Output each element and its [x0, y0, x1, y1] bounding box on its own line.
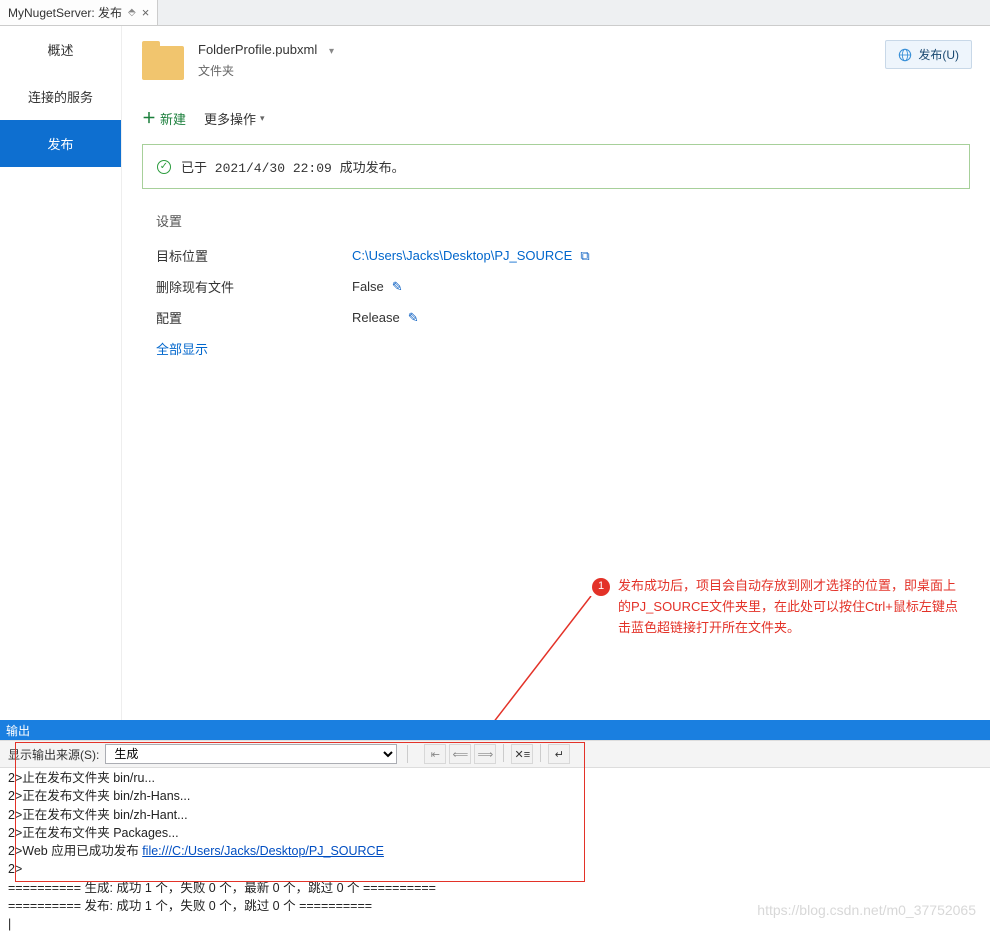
copy-icon[interactable]: ⧉ — [580, 248, 589, 264]
setting-label: 删除现有文件 — [156, 277, 352, 296]
output-text-post: 2> ========== 生成: 成功 1 个，失败 0 个，最新 0 个，跳… — [8, 862, 436, 931]
setting-value: C:\Users\Jacks\Desktop\PJ_SOURCE ⧉ — [352, 246, 590, 265]
setting-target-location: 目标位置 C:\Users\Jacks\Desktop\PJ_SOURCE ⧉ — [156, 246, 970, 265]
more-actions-button[interactable]: 更多操作 ▾ — [204, 109, 265, 128]
profile-header: FolderProfile.pubxml ▾ 文件夹 — [142, 42, 970, 80]
setting-delete-existing: 删除现有文件 False ✎ — [156, 277, 970, 296]
profile-toolbar: ＋ 新建 更多操作 ▾ — [142, 108, 970, 128]
setting-value: Release ✎ — [352, 308, 419, 327]
annotation-text: 发布成功后，项目会自动存放到刚才选择的位置，即桌面上的PJ_SOURCE文件夹里… — [618, 576, 968, 638]
check-icon: ✓ — [157, 160, 171, 174]
annotation-callout: 1 发布成功后，项目会自动存放到刚才选择的位置，即桌面上的PJ_SOURCE文件… — [618, 576, 968, 638]
profile-type: 文件夹 — [198, 62, 334, 79]
new-button[interactable]: ＋ 新建 — [142, 108, 186, 128]
watermark: https://blog.csdn.net/m0_37752065 — [757, 902, 976, 918]
chevron-down-icon: ▾ — [260, 113, 265, 124]
output-title-bar[interactable]: 输出 — [0, 720, 990, 740]
setting-value: False ✎ — [352, 277, 403, 296]
output-toolbar: 显示输出来源(S): 生成 ⇤ ⟸ ⟹ ✕≡ ↵ — [0, 740, 990, 768]
settings-title: 设置 — [156, 211, 970, 230]
output-link[interactable]: file:///C:/Users/Jacks/Desktop/PJ_SOURCE — [142, 844, 384, 858]
pin-icon[interactable]: ⬘ — [128, 7, 136, 18]
find-message-icon[interactable]: ⇤ — [424, 744, 446, 764]
profile-file: FolderProfile.pubxml — [198, 42, 317, 57]
toolbar-separator — [503, 744, 504, 762]
document-tabs: MyNugetServer: 发布 ⬘ × — [0, 0, 990, 26]
configuration-value: Release — [352, 310, 400, 325]
output-title: 输出 — [6, 722, 30, 739]
show-all-link[interactable]: 全部显示 — [156, 339, 970, 358]
publish-button-label: 发布(U) — [918, 46, 959, 63]
clear-all-icon[interactable]: ✕≡ — [511, 744, 533, 764]
close-icon[interactable]: × — [142, 5, 150, 20]
target-location-link[interactable]: C:\Users\Jacks\Desktop\PJ_SOURCE — [352, 248, 572, 263]
word-wrap-icon[interactable]: ↵ — [548, 744, 570, 764]
profile-dropdown[interactable]: FolderProfile.pubxml ▾ — [198, 42, 334, 58]
chevron-down-icon: ▾ — [329, 46, 334, 57]
sidebar-item-connected-services[interactable]: 连接的服务 — [0, 73, 121, 120]
publish-button[interactable]: 发布(U) — [885, 40, 972, 69]
toolbar-separator — [540, 744, 541, 762]
output-source-label: 显示输出来源(S): — [8, 746, 99, 763]
more-actions-label: 更多操作 — [204, 109, 256, 128]
plus-icon: ＋ — [142, 108, 156, 128]
edit-icon[interactable]: ✎ — [408, 310, 419, 326]
sidebar-item-publish[interactable]: 发布 — [0, 120, 121, 167]
sidebar: 概述 连接的服务 发布 — [0, 26, 122, 726]
next-message-icon[interactable]: ⟹ — [474, 744, 496, 764]
settings-section: 设置 目标位置 C:\Users\Jacks\Desktop\PJ_SOURCE… — [142, 211, 970, 358]
output-source-select[interactable]: 生成 — [105, 744, 397, 764]
tab-publish[interactable]: MyNugetServer: 发布 ⬘ × — [0, 0, 158, 25]
annotation-number: 1 — [592, 578, 610, 596]
tab-title: MyNugetServer: 发布 — [8, 4, 122, 21]
status-text: 已于 2021/4/30 22:09 成功发布。 — [181, 157, 405, 176]
previous-message-icon[interactable]: ⟸ — [449, 744, 471, 764]
sidebar-item-overview[interactable]: 概述 — [0, 26, 121, 73]
delete-existing-value: False — [352, 279, 384, 294]
status-banner: ✓ 已于 2021/4/30 22:09 成功发布。 — [142, 144, 970, 189]
toolbar-separator — [407, 745, 408, 763]
new-button-label: 新建 — [160, 109, 186, 128]
setting-label: 配置 — [156, 308, 352, 327]
globe-icon — [898, 48, 912, 62]
edit-icon[interactable]: ✎ — [392, 279, 403, 295]
folder-icon — [142, 46, 184, 80]
setting-configuration: 配置 Release ✎ — [156, 308, 970, 327]
setting-label: 目标位置 — [156, 246, 352, 265]
